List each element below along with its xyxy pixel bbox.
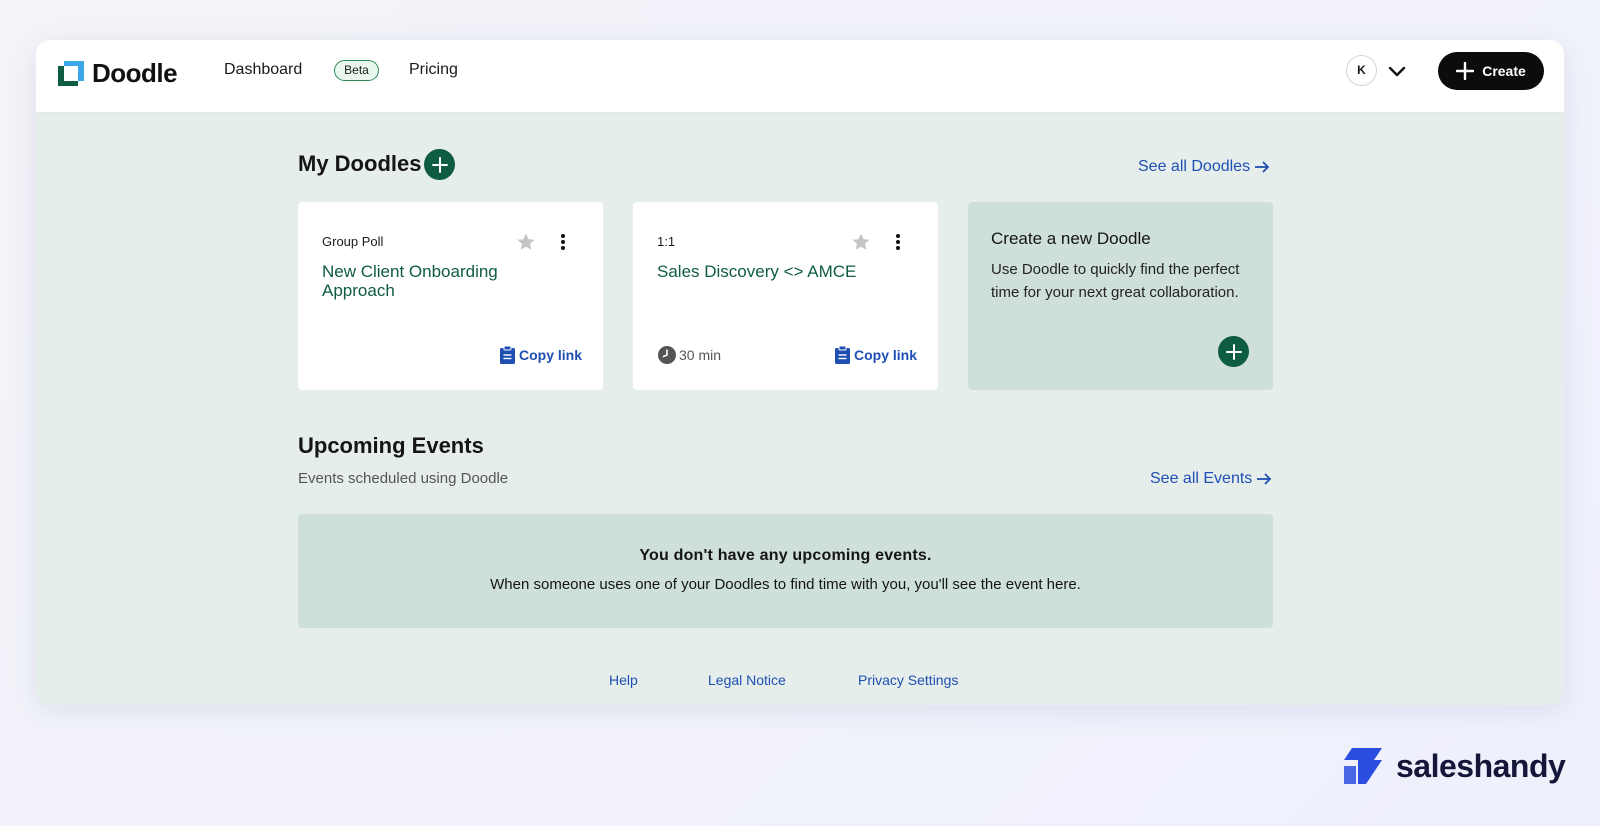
empty-events-panel: You don't have any upcoming events. When… <box>298 514 1273 628</box>
user-avatar[interactable]: K <box>1346 55 1377 86</box>
create-button-label: Create <box>1482 63 1526 79</box>
nav-dashboard[interactable]: Dashboard <box>224 61 302 79</box>
footer-legal-notice-link[interactable]: Legal Notice <box>708 672 786 688</box>
copy-link-button[interactable]: Copy link <box>499 345 582 365</box>
star-icon[interactable] <box>851 232 871 252</box>
upcoming-events-subtitle: Events scheduled using Doodle <box>298 470 509 487</box>
chevron-down-icon[interactable] <box>1387 61 1407 81</box>
duration-info: 30 min <box>657 345 721 365</box>
see-all-events-link[interactable]: See all Events <box>1150 470 1272 488</box>
add-doodle-button[interactable] <box>424 149 455 180</box>
clock-icon <box>658 346 676 364</box>
create-doodle-card[interactable]: Create a new Doodle Use Doodle to quickl… <box>968 202 1273 390</box>
footer-privacy-settings-link[interactable]: Privacy Settings <box>858 672 958 688</box>
doodle-title[interactable]: New Client Onboarding Approach <box>322 262 552 300</box>
my-doodles-title: My Doodles <box>298 151 422 176</box>
doodle-type: Group Poll <box>322 234 384 249</box>
upcoming-events-title: Upcoming Events <box>298 433 484 458</box>
plus-icon <box>1456 62 1475 80</box>
nav-pricing[interactable]: Pricing <box>409 61 458 79</box>
create-doodle-plus-button[interactable] <box>1218 336 1249 367</box>
app-window: Doodle Dashboard Beta Pricing K Create M… <box>36 40 1564 705</box>
beta-badge: Beta <box>334 60 379 81</box>
empty-events-title: You don't have any upcoming events. <box>639 547 932 564</box>
see-all-doodles-link[interactable]: See all Doodles <box>1138 158 1270 176</box>
copy-link-label: Copy link <box>854 347 918 363</box>
duration-label: 30 min <box>679 347 722 363</box>
saleshandy-logo-icon <box>1344 748 1382 784</box>
doodle-type: 1:1 <box>657 234 676 249</box>
clipboard-icon <box>835 345 850 364</box>
star-icon[interactable] <box>516 232 536 252</box>
doodle-logo[interactable]: Doodle <box>58 58 178 89</box>
see-all-events-label: See all Events <box>1150 470 1253 487</box>
copy-link-button[interactable]: Copy link <box>834 345 917 365</box>
more-options-icon[interactable] <box>560 232 566 252</box>
logo-text: Doodle <box>92 58 178 88</box>
empty-events-description: When someone uses one of your Doodles to… <box>490 576 1081 593</box>
doodle-title[interactable]: Sales Discovery <> AMCE <box>657 262 887 281</box>
arrow-right-icon <box>1255 161 1270 173</box>
create-doodle-title: Create a new Doodle <box>991 229 1151 248</box>
doodle-logo-icon <box>58 60 84 86</box>
plus-icon <box>431 156 448 173</box>
doodle-card[interactable]: Group Poll New Client Onboarding Approac… <box>298 202 603 390</box>
copy-link-label: Copy link <box>519 347 583 363</box>
doodle-card[interactable]: 1:1 Sales Discovery <> AMCE 30 min Copy … <box>633 202 938 390</box>
saleshandy-text: saleshandy <box>1396 747 1566 784</box>
create-doodle-description: Use Doodle to quickly find the perfect t… <box>991 261 1240 301</box>
plus-icon <box>1225 343 1242 360</box>
create-button[interactable]: Create <box>1438 52 1544 90</box>
arrow-right-icon <box>1257 473 1272 485</box>
clipboard-icon <box>500 345 515 364</box>
saleshandy-watermark: saleshandy <box>1344 746 1566 786</box>
see-all-doodles-label: See all Doodles <box>1138 158 1251 175</box>
more-options-icon[interactable] <box>895 232 901 252</box>
top-navigation-bar: Doodle Dashboard Beta Pricing K Create <box>36 40 1564 113</box>
footer-help-link[interactable]: Help <box>609 672 638 688</box>
